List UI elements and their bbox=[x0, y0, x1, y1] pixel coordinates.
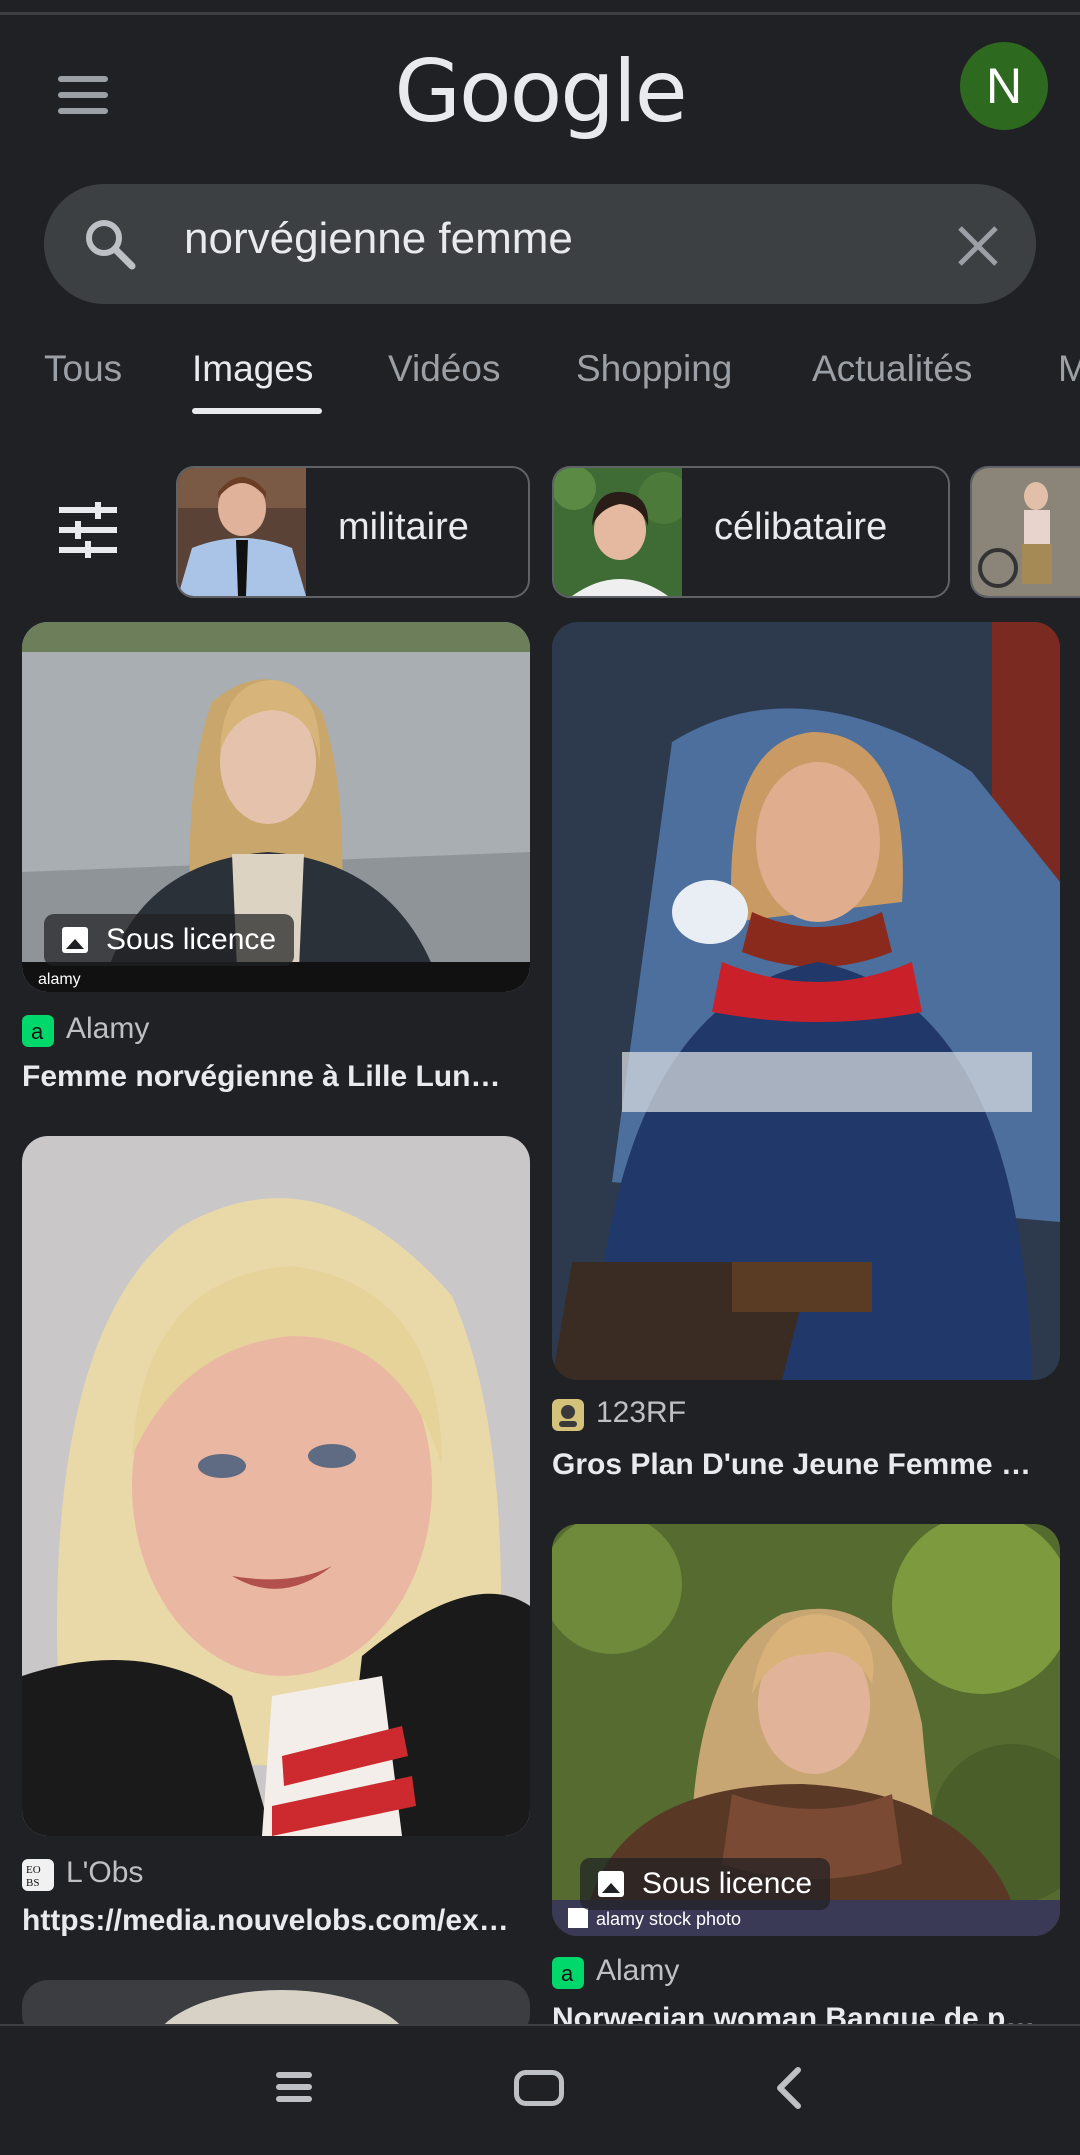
chip-thumbnail bbox=[178, 468, 306, 596]
source-name: L'Obs bbox=[66, 1856, 144, 1889]
result-image[interactable]: alamy stock photo Sous licence bbox=[552, 1524, 1060, 1936]
image-icon bbox=[598, 1871, 624, 1897]
active-tab-indicator bbox=[192, 408, 322, 414]
result-source[interactable]: a Alamy bbox=[552, 1954, 1060, 1994]
result-source[interactable]: a Alamy bbox=[22, 1012, 530, 1052]
search-tabs: Tous Images Vidéos Shopping Actualités M bbox=[0, 348, 1080, 418]
search-icon[interactable] bbox=[82, 216, 138, 272]
tune-filter-icon[interactable] bbox=[58, 502, 118, 558]
tab-shopping[interactable]: Shopping bbox=[576, 348, 732, 390]
svg-text:a: a bbox=[31, 1019, 44, 1044]
account-avatar[interactable]: N bbox=[960, 42, 1048, 130]
svg-text:BS: BS bbox=[26, 1877, 39, 1889]
alamy-favicon: a bbox=[22, 1015, 54, 1047]
watermark-text: alamy stock photo bbox=[596, 1909, 741, 1929]
license-badge[interactable]: Sous licence bbox=[44, 914, 295, 966]
clear-icon[interactable] bbox=[952, 220, 1004, 272]
back-icon[interactable] bbox=[770, 2066, 810, 2110]
result-image[interactable] bbox=[22, 1136, 530, 1836]
tab-tous[interactable]: Tous bbox=[44, 348, 122, 390]
search-input[interactable]: norvégienne femme bbox=[184, 214, 573, 264]
lobs-favicon: EOBS bbox=[22, 1859, 54, 1891]
source-name: Alamy bbox=[66, 1012, 150, 1045]
result-photo bbox=[552, 622, 1060, 1380]
source-name: Alamy bbox=[596, 1954, 680, 1987]
home-button-icon[interactable] bbox=[514, 2070, 564, 2106]
result-title[interactable]: Gros Plan D'une Jeune Femme J… bbox=[552, 1448, 1042, 1482]
chip-more[interactable] bbox=[970, 466, 1080, 598]
license-badge[interactable]: Sous licence bbox=[580, 1858, 831, 1910]
license-badge-label: Sous licence bbox=[106, 923, 277, 956]
recent-apps-icon[interactable] bbox=[276, 2070, 312, 2104]
chip-label: célibataire bbox=[714, 506, 888, 548]
result-image[interactable]: alamy Sous licence bbox=[22, 622, 530, 992]
image-icon bbox=[62, 927, 88, 953]
result-photo bbox=[22, 1136, 530, 1836]
tab-images[interactable]: Images bbox=[192, 348, 313, 390]
chip-thumbnail bbox=[554, 468, 682, 596]
chip-celibataire[interactable]: célibataire bbox=[552, 466, 950, 598]
license-badge-label: Sous licence bbox=[642, 1867, 813, 1900]
google-logo[interactable]: Google bbox=[0, 42, 1080, 142]
svg-text:a: a bbox=[561, 1961, 574, 1986]
alamy-favicon: a bbox=[552, 1957, 584, 1989]
result-title[interactable]: https://media.nouvelobs.com/ex… bbox=[22, 1904, 512, 1938]
svg-text:EO: EO bbox=[26, 1864, 41, 1876]
tab-more[interactable]: M bbox=[1058, 348, 1080, 390]
chip-label: militaire bbox=[338, 506, 469, 548]
result-source[interactable]: 123RF bbox=[552, 1396, 1060, 1436]
watermark-text: alamy bbox=[38, 971, 81, 988]
tab-videos[interactable]: Vidéos bbox=[388, 348, 500, 390]
result-title[interactable]: Femme norvégienne à Lille Lung… bbox=[22, 1060, 512, 1094]
source-name: 123RF bbox=[596, 1396, 687, 1429]
status-bar bbox=[0, 0, 1080, 15]
123rf-favicon bbox=[552, 1399, 584, 1431]
result-image[interactable] bbox=[552, 622, 1060, 1380]
chip-militaire[interactable]: militaire bbox=[176, 466, 530, 598]
result-source[interactable]: EO BS L'Obs bbox=[22, 1856, 530, 1896]
chip-thumbnail bbox=[972, 468, 1080, 596]
tab-actualites[interactable]: Actualités bbox=[812, 348, 972, 390]
